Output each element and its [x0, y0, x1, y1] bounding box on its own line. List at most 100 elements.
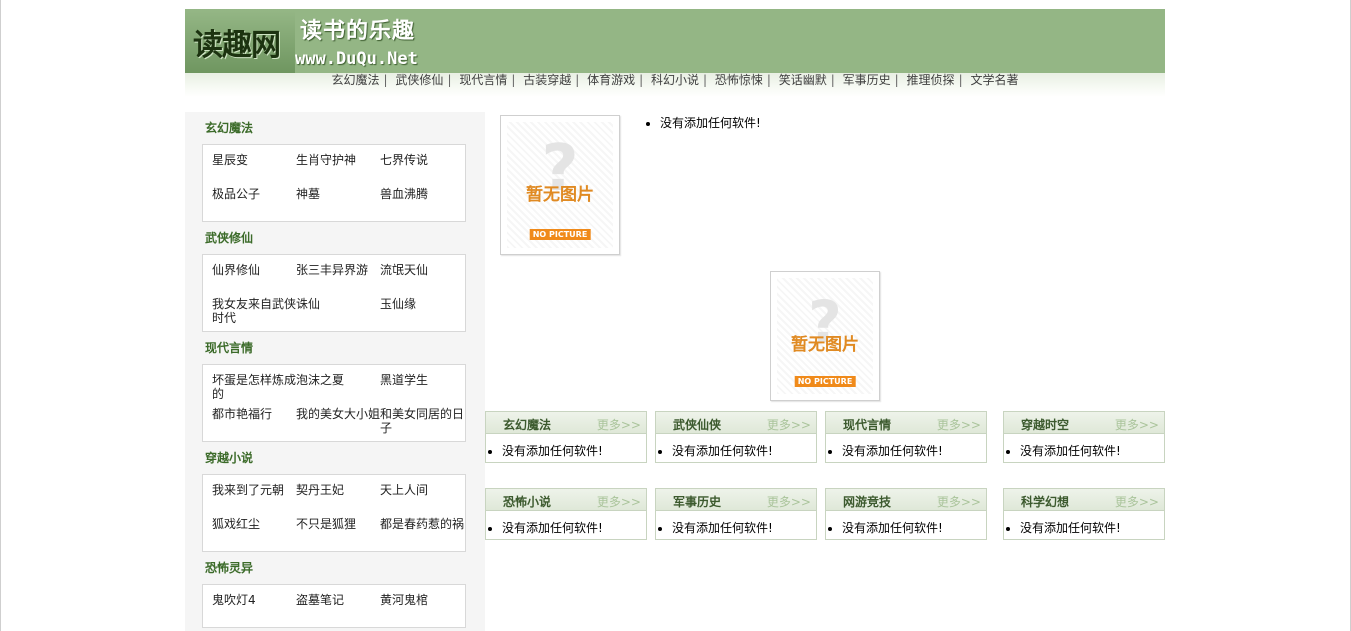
book-link[interactable]: 盗墓笔记: [296, 593, 380, 627]
book-link[interactable]: 鬼吹灯4: [212, 593, 296, 627]
sidebar-book-list: 鬼吹灯4 盗墓笔记 黄河鬼棺: [202, 584, 466, 628]
book-link[interactable]: 生肖守护神: [296, 153, 380, 187]
nav-separator: |: [639, 73, 644, 87]
category-box-list: 没有添加任何软件!: [826, 434, 986, 459]
category-box-list: 没有添加任何软件!: [486, 434, 646, 459]
nav-item[interactable]: 体育游戏: [583, 73, 639, 87]
more-link[interactable]: 更多>>: [767, 493, 811, 510]
more-link[interactable]: 更多>>: [1115, 493, 1159, 510]
category-nav: 玄幻魔法 | 武侠修仙 | 现代言情 | 古装穿越 | 体育游戏 | 科幻小说 | 恐怖惊悚…: [185, 73, 1165, 97]
software-list: 没有添加任何软件!: [647, 114, 761, 131]
category-box-title[interactable]: 穿越时空: [1021, 416, 1069, 433]
more-link[interactable]: 更多>>: [597, 493, 641, 510]
book-link[interactable]: 黑道学生: [380, 373, 464, 407]
site-url: www.DuQu.Net: [295, 49, 418, 69]
nav-item[interactable]: 现代言情: [455, 73, 511, 87]
category-box-header: 网游竞技 更多>>: [826, 489, 986, 511]
empty-message: 没有添加任何软件!: [502, 442, 646, 459]
more-link[interactable]: 更多>>: [767, 416, 811, 433]
category-box-title[interactable]: 网游竞技: [843, 493, 891, 510]
nav-item[interactable]: 文学名著: [966, 73, 1022, 87]
book-link[interactable]: 我来到了元朝: [212, 483, 296, 517]
book-link[interactable]: 神墓: [296, 187, 380, 221]
book-link[interactable]: 流氓天仙: [380, 263, 464, 297]
book-link[interactable]: 黄河鬼棺: [380, 593, 464, 627]
no-picture-label: 暂无图片: [791, 335, 859, 355]
empty-message: 没有添加任何软件!: [672, 442, 816, 459]
no-picture-label: 暂无图片: [526, 185, 594, 205]
category-box-list: 没有添加任何软件!: [656, 434, 816, 459]
book-link[interactable]: 狐戏红尘: [212, 517, 296, 551]
no-picture-badge: NO PICTURE: [794, 376, 856, 387]
nav-item[interactable]: 古装穿越: [519, 73, 575, 87]
empty-message: 没有添加任何软件!: [660, 114, 761, 131]
book-link[interactable]: 都是春药惹的祸: [380, 517, 464, 551]
page-header: 读趣网 读书的乐趣 www.DuQu.Net 玄幻魔法 | 武侠修仙 | 现代言情 |…: [185, 9, 1165, 97]
nav-separator: |: [511, 73, 516, 87]
page-border-left: [0, 0, 1, 631]
book-link[interactable]: 契丹王妃: [296, 483, 380, 517]
nav-item[interactable]: 玄幻魔法: [328, 73, 384, 87]
category-box-header: 军事历史 更多>>: [656, 489, 816, 511]
book-link[interactable]: 星辰变: [212, 153, 296, 187]
category-box-title[interactable]: 武侠仙侠: [673, 416, 721, 433]
empty-message: 没有添加任何软件!: [842, 442, 986, 459]
nav-separator: |: [766, 73, 771, 87]
category-box-title[interactable]: 科学幻想: [1021, 493, 1069, 510]
sidebar-category-title[interactable]: 武侠修仙: [185, 222, 485, 254]
book-link[interactable]: 极品公子: [212, 187, 296, 221]
more-link[interactable]: 更多>>: [1115, 416, 1159, 433]
nav-separator: |: [830, 73, 835, 87]
nav-item[interactable]: 军事历史: [839, 73, 895, 87]
book-link[interactable]: 仙界修仙: [212, 263, 296, 297]
nav-separator: |: [447, 73, 452, 87]
category-box: 武侠仙侠 更多>> 没有添加任何软件!: [655, 411, 817, 463]
no-picture-image[interactable]: ? 暂无图片 NO PICTURE: [770, 271, 880, 401]
book-link[interactable]: 坏蛋是怎样炼成的: [212, 373, 296, 407]
book-link[interactable]: 泡沫之夏: [296, 373, 380, 407]
book-link[interactable]: 诛仙: [296, 297, 380, 331]
category-box-header: 玄幻魔法 更多>>: [486, 412, 646, 434]
category-box: 恐怖小说 更多>> 没有添加任何软件!: [485, 488, 647, 540]
no-picture-image[interactable]: ? 暂无图片 NO PICTURE: [500, 115, 620, 255]
book-link[interactable]: 我的美女大小姐: [296, 407, 380, 441]
sidebar-category-title[interactable]: 玄幻魔法: [185, 112, 485, 144]
nav-item[interactable]: 笑话幽默: [775, 73, 831, 87]
sidebar-category-title[interactable]: 穿越小说: [185, 442, 485, 474]
more-link[interactable]: 更多>>: [597, 416, 641, 433]
sidebar-book-list: 仙界修仙 张三丰异界游 流氓天仙 我女友来自武侠时代 诛仙 玉仙缘: [202, 254, 466, 332]
nav-item[interactable]: 推理侦探: [903, 73, 959, 87]
category-box-title[interactable]: 现代言情: [843, 416, 891, 433]
nav-separator: |: [958, 73, 963, 87]
sidebar-book-list: 我来到了元朝 契丹王妃 天上人间 狐戏红尘 不只是狐狸 都是春药惹的祸: [202, 474, 466, 552]
category-box: 玄幻魔法 更多>> 没有添加任何软件!: [485, 411, 647, 463]
book-link[interactable]: 兽血沸腾: [380, 187, 464, 221]
category-box-list: 没有添加任何软件!: [656, 511, 816, 536]
site-logo[interactable]: 读趣网: [185, 9, 295, 73]
category-box-header: 现代言情 更多>>: [826, 412, 986, 434]
category-box: 现代言情 更多>> 没有添加任何软件!: [825, 411, 987, 463]
book-link[interactable]: 玉仙缘: [380, 297, 464, 331]
category-box-title[interactable]: 恐怖小说: [503, 493, 551, 510]
nav-item[interactable]: 恐怖惊悚: [711, 73, 767, 87]
category-box-title[interactable]: 玄幻魔法: [503, 416, 551, 433]
book-link[interactable]: 不只是狐狸: [296, 517, 380, 551]
more-link[interactable]: 更多>>: [937, 416, 981, 433]
book-link[interactable]: 我女友来自武侠时代: [212, 297, 296, 331]
sidebar-category-title[interactable]: 现代言情: [185, 332, 485, 364]
sidebar-category-title[interactable]: 恐怖灵异: [185, 552, 485, 584]
more-link[interactable]: 更多>>: [937, 493, 981, 510]
book-link[interactable]: 天上人间: [380, 483, 464, 517]
sidebar: 玄幻魔法 星辰变 生肖守护神 七界传说 极品公子 神墓 兽血沸腾 武侠修仙 仙界…: [185, 112, 485, 631]
nav-item[interactable]: 科幻小说: [647, 73, 703, 87]
book-link[interactable]: 张三丰异界游: [296, 263, 380, 297]
book-link[interactable]: 和美女同居的日子: [380, 407, 464, 441]
book-link[interactable]: 都市艳福行: [212, 407, 296, 441]
category-box-title[interactable]: 军事历史: [673, 493, 721, 510]
empty-message: 没有添加任何软件!: [672, 519, 816, 536]
nav-separator: |: [703, 73, 708, 87]
header-banner: 读趣网 读书的乐趣 www.DuQu.Net: [185, 9, 1165, 73]
book-link[interactable]: 七界传说: [380, 153, 464, 187]
nav-item[interactable]: 武侠修仙: [391, 73, 447, 87]
no-picture-background: ? 暂无图片 NO PICTURE: [507, 122, 613, 248]
